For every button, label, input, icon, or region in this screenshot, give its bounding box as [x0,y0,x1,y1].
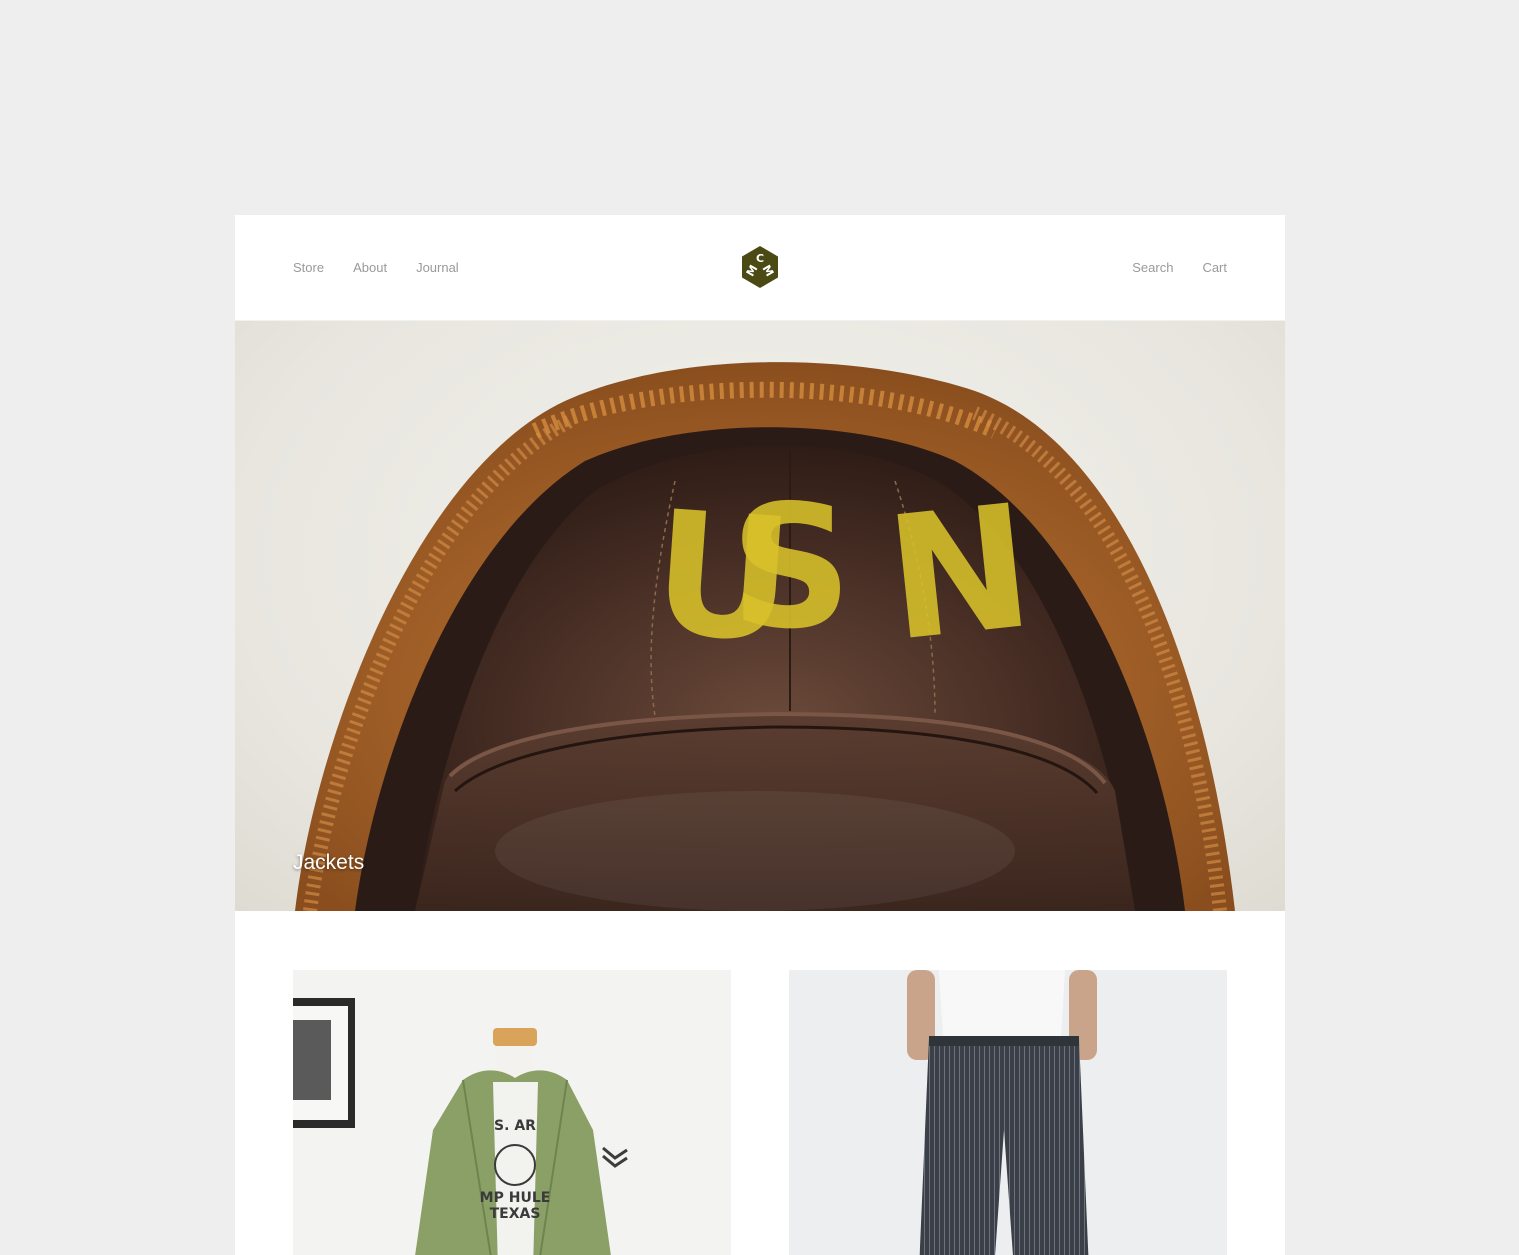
hero-caption[interactable]: Jackets [293,851,364,875]
product-image-green-jacket: S. AR MP HULE TEXAS [293,970,731,1255]
tee-print-line-2: MP HULE [480,1190,551,1206]
primary-nav: Store About Journal [293,215,488,320]
page-container: Store About Journal C M M Search Cart U … [235,215,1285,1255]
stencil-letter-s: S [730,469,852,667]
nav-store-link[interactable]: Store [293,260,324,275]
stencil-letter-n: N [879,468,1041,680]
tee-print-line-1: S. AR [494,1118,536,1134]
nav-search-link[interactable]: Search [1132,260,1173,275]
nav-cart-link[interactable]: Cart [1202,260,1227,275]
utility-nav: Search Cart [1103,215,1227,320]
hero-jacket-image: U S N [295,362,1235,911]
site-logo[interactable]: C M M [740,245,780,289]
product-image-striped-trousers [789,970,1227,1255]
mannequin-neck [493,1028,537,1046]
product-card-trousers[interactable] [789,970,1227,1255]
nav-journal-link[interactable]: Journal [416,260,459,275]
tee-print-line-3: TEXAS [490,1206,541,1222]
site-header: Store About Journal C M M Search Cart [235,215,1285,321]
nav-about-link[interactable]: About [353,260,387,275]
logo-hexagon-icon: C M M [742,246,778,288]
product-card-jacket[interactable]: S. AR MP HULE TEXAS [293,970,731,1255]
white-tee [939,970,1065,1038]
hero-banner-jackets[interactable]: U S N Jackets [235,321,1285,911]
logo-letter-c: C [756,252,764,265]
